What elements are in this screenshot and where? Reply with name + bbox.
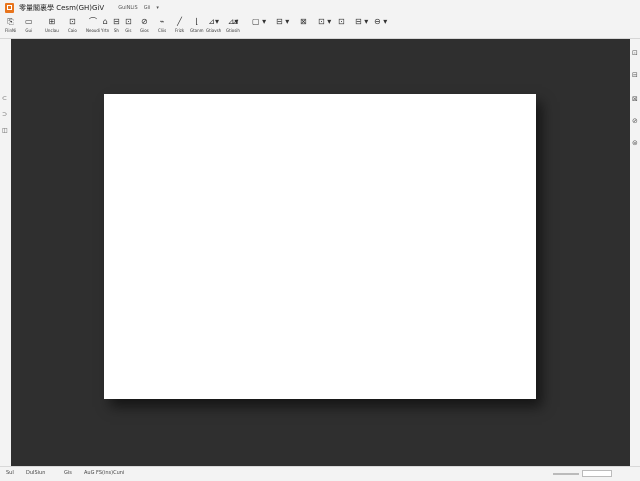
tool-1-icon: ⎘ xyxy=(7,17,14,26)
title-menu-2[interactable]: Gii xyxy=(144,5,151,11)
shape-dropdown[interactable]: ▢ ▾ xyxy=(252,16,266,38)
tool-20[interactable]: ⊡ xyxy=(338,16,345,38)
view-icon: ⊟ ▾ xyxy=(355,17,369,26)
tool-13-icon: ⊿▾ xyxy=(208,17,219,26)
status-item-2[interactable]: DuISiun xyxy=(26,470,45,476)
tool-7-label: Sh xyxy=(113,28,119,33)
tool-12-icon: ⌊ xyxy=(195,17,199,26)
tool-3[interactable]: ⊞ Unclau xyxy=(45,16,59,38)
format-icon[interactable]: ⊟ xyxy=(632,71,638,79)
collapse-left-icon[interactable]: ⊂ xyxy=(2,95,7,102)
tool-5-icon: ⌒ xyxy=(89,17,98,26)
tool-2-label: Gui xyxy=(25,28,33,33)
tool-9-icon: ⊘ xyxy=(141,17,148,26)
tool-11[interactable]: ╱ Frizk xyxy=(175,16,184,38)
layout-dropdown[interactable]: ⊡ ▾ xyxy=(318,16,331,38)
window-title: 零量閣裏學 Cesm(GH)GiV xyxy=(19,3,105,12)
tool-2[interactable]: ▭ Gui xyxy=(25,16,33,38)
tool-6-label: Yrtn xyxy=(101,28,110,33)
tool-15-icon: ⊿ xyxy=(232,17,239,26)
status-item-3[interactable]: Gis xyxy=(64,470,72,476)
right-panel-strip: ⊡ ⊟ ⊠ ⊘ ⊜ xyxy=(630,39,640,466)
transition-icon[interactable]: ⊘ xyxy=(632,117,638,125)
tool-4[interactable]: ⊡ Caio xyxy=(68,16,77,38)
tool-8[interactable]: ⊡ Gis xyxy=(125,16,132,38)
tool-7-icon: ⊟ xyxy=(113,17,120,26)
tool-3-label: Unclau xyxy=(45,28,59,33)
tool-12-label: Gtanm xyxy=(190,28,204,33)
more-dropdown[interactable]: ⊖ ▾ xyxy=(374,16,387,38)
layout-icon: ⊡ ▾ xyxy=(318,17,332,26)
tool-5-label: Neoudi xyxy=(86,28,101,33)
zoom-level-box[interactable] xyxy=(582,470,612,477)
tool-4-label: Caio xyxy=(68,28,77,33)
title-menu-dropdown[interactable]: ▾ xyxy=(156,5,159,11)
tool-10-icon: ⌁ xyxy=(159,17,165,26)
expand-right-icon[interactable]: ⊃ xyxy=(2,111,7,118)
tool-2-icon: ▭ xyxy=(25,17,33,26)
status-bar: SuI DuISiun Gis AuG FS(ins)Cuni xyxy=(0,466,640,481)
tool-6-icon: ⌂ xyxy=(102,17,108,26)
arrange-icon: ⊟ ▾ xyxy=(276,17,290,26)
title-bar: 零量閣裏學 Cesm(GH)GiV GuiNLiS Gii ▾ xyxy=(0,0,640,15)
tool-13-label: Gtiavsh xyxy=(206,28,222,33)
tool-7[interactable]: ⊟ Sh xyxy=(113,16,120,38)
animation-icon[interactable]: ⊠ xyxy=(632,95,638,103)
tool-9-label: Gios xyxy=(140,28,149,33)
tool-11-label: Frizk xyxy=(175,28,185,33)
comments-icon[interactable]: ⊜ xyxy=(632,139,638,147)
title-menu-1[interactable]: GuiNLiS xyxy=(118,5,138,11)
presentation-app-icon xyxy=(5,2,14,13)
tool-8-label: Gis xyxy=(125,28,132,33)
zoom-slider[interactable] xyxy=(553,473,579,475)
more-icon: ⊖ ▾ xyxy=(374,17,388,26)
tool-11-icon: ╱ xyxy=(177,17,182,26)
tool-15[interactable]: ⊿ xyxy=(232,16,239,38)
tool-12[interactable]: ⌊ Gtanm xyxy=(190,16,204,38)
tool-1-label: FlinNi xyxy=(5,28,17,33)
tool-10[interactable]: ⌁ Cliis xyxy=(158,16,166,38)
editing-workspace xyxy=(11,39,630,466)
tool-5[interactable]: ⌒ Neoudi xyxy=(86,16,100,38)
blank-slide-canvas[interactable] xyxy=(104,94,536,399)
tool-4-icon: ⊡ xyxy=(69,17,76,26)
properties-icon[interactable]: ⊡ xyxy=(632,49,638,57)
ribbon-toolbar: ⎘ FlinNi ▭ Gui ⊞ Unclau ⊡ Caio ⌒ Neoudi … xyxy=(0,15,640,39)
tool-18[interactable]: ⊠ xyxy=(300,16,307,38)
tool-3-icon: ⊞ xyxy=(48,17,56,26)
tool-8-icon: ⊡ xyxy=(125,17,132,26)
tool-6[interactable]: ⌂ Yrtn xyxy=(101,16,109,38)
tool-1[interactable]: ⎘ FlinNi xyxy=(5,16,16,38)
tool-9[interactable]: ⊘ Gios xyxy=(140,16,149,38)
arrange-dropdown[interactable]: ⊟ ▾ xyxy=(276,16,289,38)
status-item-4[interactable]: AuG FS(ins)Cuni xyxy=(84,470,124,476)
view-dropdown[interactable]: ⊟ ▾ xyxy=(355,16,368,38)
left-panel-strip: ⊂ ⊃ ◫ xyxy=(0,39,11,466)
shape-icon: ▢ ▾ xyxy=(252,17,267,26)
thumbnail-panel-icon[interactable]: ◫ xyxy=(2,127,8,134)
tool-20-icon: ⊡ xyxy=(338,17,345,26)
tool-18-icon: ⊠ xyxy=(300,17,307,26)
tool-10-label: Cliis xyxy=(158,28,167,33)
tool-13[interactable]: ⊿▾ Gtiavsh xyxy=(206,16,221,38)
status-item-1: SuI xyxy=(6,470,14,476)
